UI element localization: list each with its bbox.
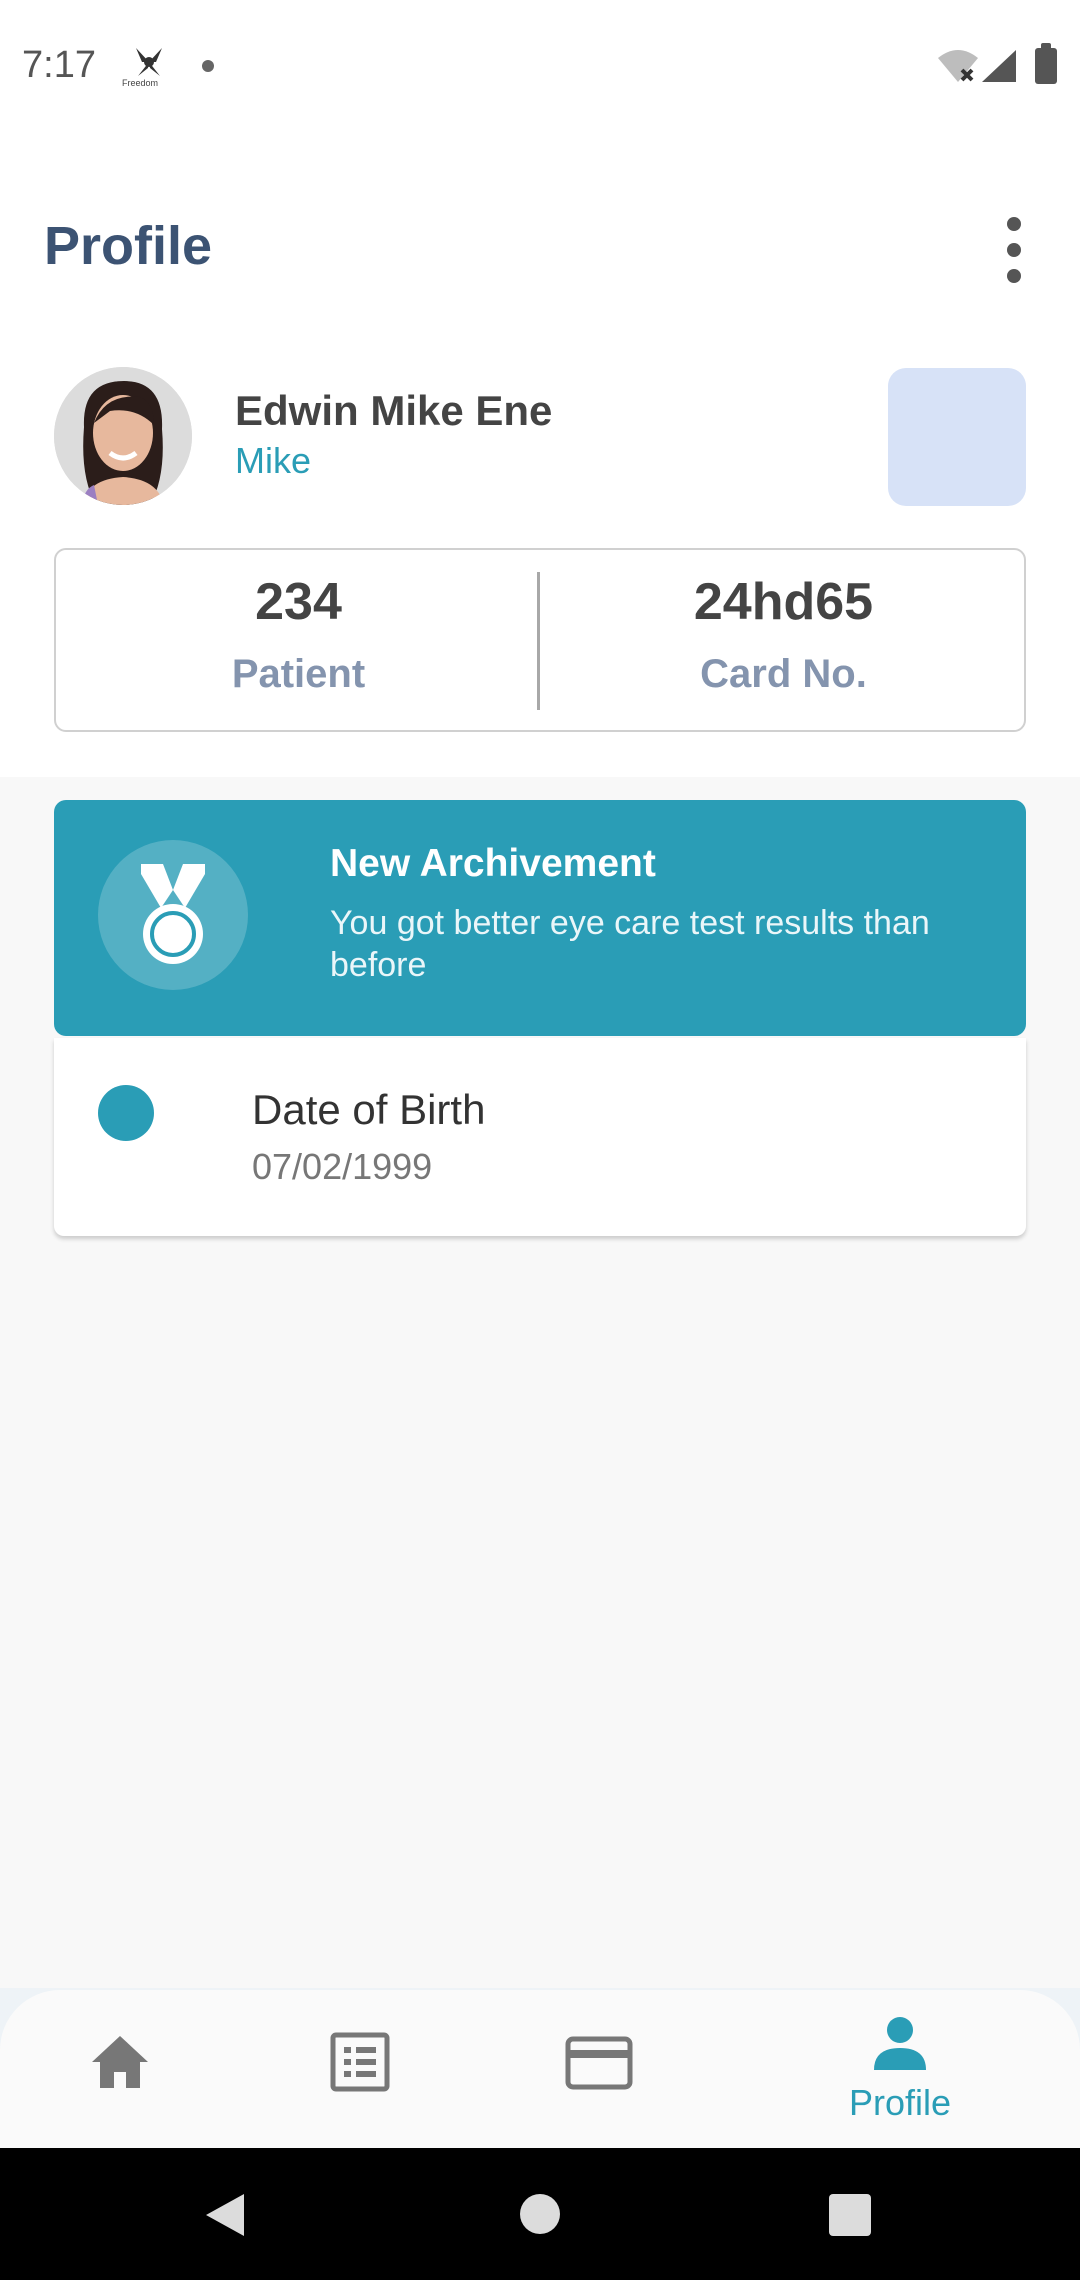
signal-icon	[980, 48, 1018, 89]
bottom-navigation: Profile	[0, 1990, 1080, 2148]
nav-card[interactable]	[540, 1990, 660, 2148]
date-of-birth-card[interactable]: Date of Birth 07/02/1999	[54, 1038, 1026, 1236]
card-number-stat: 24hd65 Card No.	[541, 550, 1026, 730]
wifi-off-icon	[936, 48, 980, 89]
page-title: Profile	[44, 216, 213, 276]
list-icon	[330, 2032, 390, 2092]
system-navigation-bar	[0, 2148, 1080, 2280]
nav-list[interactable]	[300, 1990, 420, 2148]
patient-stat: 234 Patient	[56, 550, 541, 730]
dob-value: 07/02/1999	[252, 1146, 433, 1187]
nav-profile-label: Profile	[848, 2082, 952, 2123]
dob-dot-icon	[98, 1085, 154, 1141]
medal-icon	[141, 864, 205, 964]
medal-badge	[98, 840, 248, 990]
freedom-app-icon: Freedom	[122, 42, 170, 90]
card-number-value: 24hd65	[693, 573, 874, 631]
more-options-icon[interactable]	[996, 217, 1032, 283]
status-bar: 7:17 Freedom	[0, 0, 1080, 135]
patient-label: Patient	[231, 652, 366, 696]
status-time: 7:17	[22, 44, 96, 86]
card-number-label: Card No.	[700, 652, 867, 696]
nav-profile[interactable]: Profile	[820, 1990, 980, 2148]
nav-home[interactable]	[60, 1990, 180, 2148]
avatar[interactable]	[54, 367, 192, 505]
qr-code-placeholder[interactable]	[888, 368, 1026, 506]
recent-apps-icon[interactable]	[829, 2194, 871, 2236]
home-icon	[92, 2036, 148, 2088]
battery-icon	[1035, 43, 1057, 84]
achievement-title: New Archivement	[330, 842, 656, 885]
card-icon	[565, 2036, 633, 2090]
dob-label: Date of Birth	[252, 1086, 486, 1133]
freedom-app-label: Freedom	[122, 78, 159, 88]
profile-header: Profile Edwin Mike Ene Mike 234 Patient	[0, 135, 1080, 777]
home-button-icon[interactable]	[520, 2194, 560, 2234]
user-full-name: Edwin Mike Ene	[235, 387, 553, 434]
back-icon[interactable]	[204, 2192, 246, 2238]
patient-count: 234	[255, 573, 342, 631]
user-nickname: Mike	[235, 440, 312, 481]
achievement-text: You got better eye care test results tha…	[330, 904, 930, 984]
profile-screen: 7:17 Freedom Profile Edwin Mike Ene Mike…	[0, 0, 1080, 2280]
person-icon	[874, 2017, 926, 2070]
achievement-banner[interactable]: New Archivement You got better eye care …	[54, 800, 1026, 1036]
notification-dot-icon	[202, 60, 214, 72]
stats-divider	[537, 572, 540, 710]
stats-card: 234 Patient 24hd65 Card No.	[54, 548, 1026, 732]
